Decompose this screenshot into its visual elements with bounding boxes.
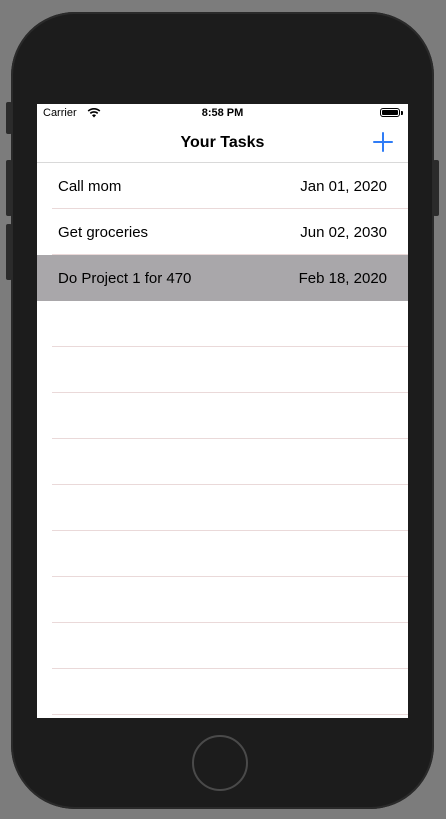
battery-tip	[401, 111, 403, 115]
silent-switch	[6, 102, 12, 134]
empty-row	[37, 347, 408, 393]
app-screen: Carrier 8:58 PM Your Tasks Call mom Jan …	[37, 104, 408, 718]
volume-down-button	[6, 224, 12, 280]
plus-icon	[373, 132, 393, 152]
task-date: Jun 02, 2030	[300, 224, 387, 241]
add-task-button[interactable]	[372, 131, 394, 153]
navigation-bar: Your Tasks	[37, 122, 408, 163]
empty-row	[37, 301, 408, 347]
empty-row	[37, 531, 408, 577]
empty-row	[37, 393, 408, 439]
empty-row	[37, 623, 408, 669]
page-title: Your Tasks	[180, 134, 265, 151]
empty-row	[37, 485, 408, 531]
status-time: 8:58 PM	[201, 107, 244, 119]
task-date: Feb 18, 2020	[298, 270, 387, 287]
task-row-selected[interactable]: Do Project 1 for 470 Feb 18, 2020	[37, 255, 408, 301]
task-date: Jan 01, 2020	[300, 178, 387, 195]
volume-up-button	[6, 160, 12, 216]
battery-icon	[380, 108, 400, 117]
empty-row	[37, 669, 408, 715]
task-row[interactable]: Get groceries Jun 02, 2030	[37, 209, 408, 255]
power-button	[433, 160, 439, 216]
empty-row	[37, 439, 408, 485]
task-title: Get groceries	[58, 224, 149, 241]
task-list: Call mom Jan 01, 2020 Get groceries Jun …	[37, 163, 408, 715]
status-bar: Carrier 8:58 PM	[37, 104, 408, 122]
task-title: Do Project 1 for 470	[58, 270, 192, 287]
task-title: Call mom	[58, 178, 122, 195]
task-row[interactable]: Call mom Jan 01, 2020	[37, 163, 408, 209]
home-button[interactable]	[192, 735, 248, 791]
empty-row	[37, 577, 408, 623]
